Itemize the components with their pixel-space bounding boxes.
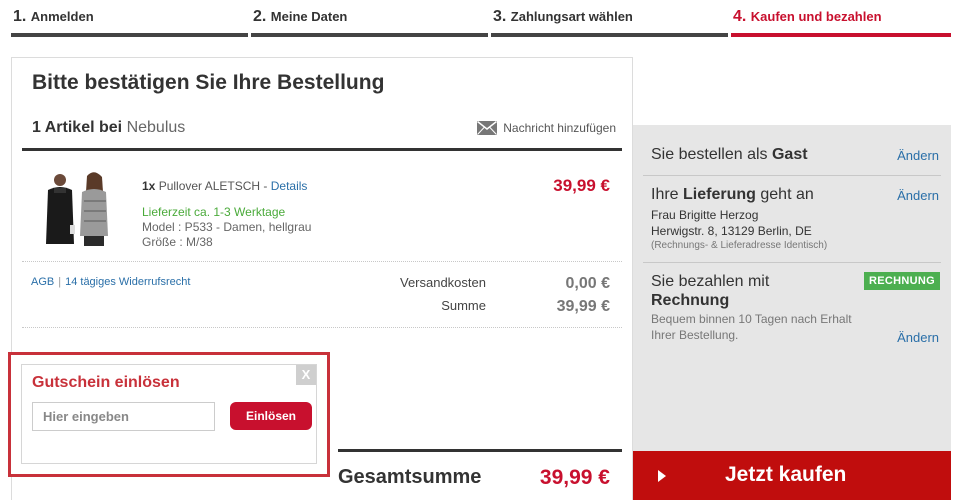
voucher-title: Gutschein einlösen xyxy=(32,374,180,391)
delivery-section: Ihre Lieferung geht an Frau Brigitte Her… xyxy=(651,186,939,253)
step-number: 3. xyxy=(493,8,507,25)
payment-badge: RECHNUNG xyxy=(864,272,940,290)
widerruf-link[interactable]: 14 tägiges Widerrufsrecht xyxy=(65,276,190,288)
buy-now-label: Jetzt kaufen xyxy=(725,463,847,486)
buy-now-button[interactable]: Jetzt kaufen xyxy=(633,451,951,500)
change-payment-link[interactable]: Ändern xyxy=(897,330,939,345)
step-label: Kaufen und bezahlen xyxy=(750,9,882,24)
divider xyxy=(22,148,622,151)
sum-value: 39,99 € xyxy=(556,298,610,315)
add-message-link[interactable]: Nachricht hinzufügen xyxy=(477,121,616,135)
product-name-separator: - xyxy=(260,179,271,193)
delivery-bold: Lieferung xyxy=(683,186,756,203)
close-icon[interactable]: X xyxy=(296,365,316,385)
page-title: Bitte bestätigen Sie Ihre Bestellung xyxy=(32,71,385,94)
step-kaufen-bezahlen: 4. Kaufen und bezahlen xyxy=(731,0,951,37)
product-price: 39,99 € xyxy=(553,176,610,195)
step-meine-daten: 2. Meine Daten xyxy=(251,0,488,37)
item-count: 1 Artikel bei xyxy=(32,119,123,136)
shipping-label: Versandkosten xyxy=(399,275,486,290)
envelope-icon xyxy=(477,121,498,135)
product-qty: 1x xyxy=(142,179,156,193)
step-anmelden: 1. Anmelden xyxy=(11,0,248,37)
delivery-name: Frau Brigitte Herzog xyxy=(651,208,759,222)
product-title: 1x Pullover ALETSCH - Details xyxy=(142,179,307,193)
delivery-suffix: geht an xyxy=(760,186,814,203)
guest-type: Gast xyxy=(771,146,808,163)
vendor-line: 1 Artikel bei Nebulus xyxy=(32,119,185,137)
voucher-popup: Gutschein einlösen X Einlösen xyxy=(8,352,330,477)
divider xyxy=(643,175,941,176)
step-label: Zahlungsart wählen xyxy=(510,9,633,24)
step-label: Meine Daten xyxy=(270,9,348,24)
step-number: 1. xyxy=(13,8,27,25)
step-number: 4. xyxy=(733,8,747,25)
redeem-voucher-button[interactable]: Einlösen xyxy=(230,402,312,430)
change-delivery-link[interactable]: Ändern xyxy=(897,188,939,203)
product-details-link[interactable]: Details xyxy=(271,179,308,193)
delivery-prefix: Ihre xyxy=(651,186,679,203)
legal-separator: | xyxy=(58,276,62,288)
play-arrow-icon xyxy=(658,470,666,482)
delivery-address: Herwigstr. 8, 13129 Berlin, DE xyxy=(651,224,812,238)
product-model: Model : P533 - Damen, hellgrau xyxy=(142,220,312,234)
divider xyxy=(338,449,622,452)
vendor-name: Nebulus xyxy=(126,119,186,136)
shipping-value: 0,00 € xyxy=(565,275,610,292)
payment-method-name: Rechnung xyxy=(651,292,730,309)
agb-link[interactable]: AGB xyxy=(31,276,54,288)
guest-heading: Sie bestellen als Gast xyxy=(651,146,939,164)
total-label: Gesamtsumme xyxy=(338,466,482,488)
address-note: (Rechnungs- & Lieferadresse Identisch) xyxy=(651,240,828,251)
product-name: Pullover ALETSCH xyxy=(158,179,261,193)
divider xyxy=(22,261,622,262)
step-zahlungsart: 3. Zahlungsart wählen xyxy=(491,0,728,37)
order-info-sidebar: Sie bestellen als Gast Ändern Ihre Liefe… xyxy=(633,125,951,451)
product-image[interactable] xyxy=(40,170,116,246)
delivery-heading: Ihre Lieferung geht an xyxy=(651,186,939,204)
delivery-time: Lieferzeit ca. 1-3 Werktage xyxy=(142,205,286,219)
payment-method: Rechnung xyxy=(651,292,939,310)
divider xyxy=(643,262,941,263)
guest-prefix: Sie bestellen als xyxy=(651,146,768,163)
voucher-box: Gutschein einlösen X Einlösen xyxy=(21,364,317,464)
legal-links: AGB | 14 tägiges Widerrufsrecht xyxy=(31,276,190,288)
total-value: 39,99 € xyxy=(539,466,610,489)
sum-label: Summe xyxy=(441,298,486,313)
payment-description-line1: Bequem binnen 10 Tagen nach Erhalt xyxy=(651,312,852,326)
payment-description-line2: Ihrer Bestellung. xyxy=(651,328,739,342)
guest-section: Sie bestellen als Gast xyxy=(651,146,939,164)
voucher-code-input[interactable] xyxy=(32,402,215,431)
divider xyxy=(22,327,622,328)
product-size: Größe : M/38 xyxy=(142,235,213,249)
change-guest-link[interactable]: Ändern xyxy=(897,148,939,163)
add-message-label: Nachricht hinzufügen xyxy=(503,121,616,135)
step-number: 2. xyxy=(253,8,267,25)
step-label: Anmelden xyxy=(30,9,94,24)
